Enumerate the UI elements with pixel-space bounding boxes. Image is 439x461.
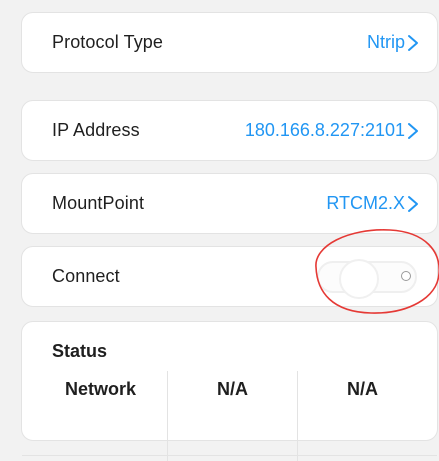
ip-address-value[interactable]: 180.166.8.227:2101 [245,120,405,141]
mountpoint-row[interactable]: MountPoint RTCM2.X [22,174,437,233]
protocol-type-value[interactable]: Ntrip [367,32,405,53]
status-network-value-2: N/A [297,371,427,461]
mountpoint-value-wrap[interactable]: RTCM2.X [326,193,419,214]
connect-label: Connect [52,266,120,286]
status-title: Status [52,341,108,361]
status-network-label: Network [64,379,136,399]
protocol-type-value-wrap[interactable]: Ntrip [367,32,419,53]
mountpoint-card[interactable]: MountPoint RTCM2.X [21,173,438,234]
toggle-off-icon [401,270,411,281]
ip-address-label: IP Address [52,120,140,140]
protocol-type-card[interactable]: Protocol Type Ntrip [21,12,438,73]
ip-address-card[interactable]: IP Address 180.166.8.227:2101 [21,100,438,161]
ip-address-row[interactable]: IP Address 180.166.8.227:2101 [22,101,437,160]
protocol-type-label: Protocol Type [52,32,164,52]
connect-toggle[interactable] [317,253,421,301]
chevron-right-icon[interactable] [407,34,419,52]
chevron-right-icon[interactable] [407,122,419,140]
protocol-type-row[interactable]: Protocol Type Ntrip [22,13,437,72]
status-network-value-1: N/A [167,371,297,461]
status-card: Status Network N/A N/A [21,321,438,461]
connect-card: Connect [21,246,438,307]
connect-row: Connect [22,247,437,306]
status-grid-divider [22,455,437,456]
toggle-knob[interactable] [339,258,379,299]
status-grid: Network N/A N/A [22,371,437,461]
mountpoint-value[interactable]: RTCM2.X [326,193,405,214]
ip-address-value-wrap[interactable]: 180.166.8.227:2101 [245,120,419,141]
mountpoint-label: MountPoint [52,193,145,213]
chevron-right-icon[interactable] [407,195,419,213]
